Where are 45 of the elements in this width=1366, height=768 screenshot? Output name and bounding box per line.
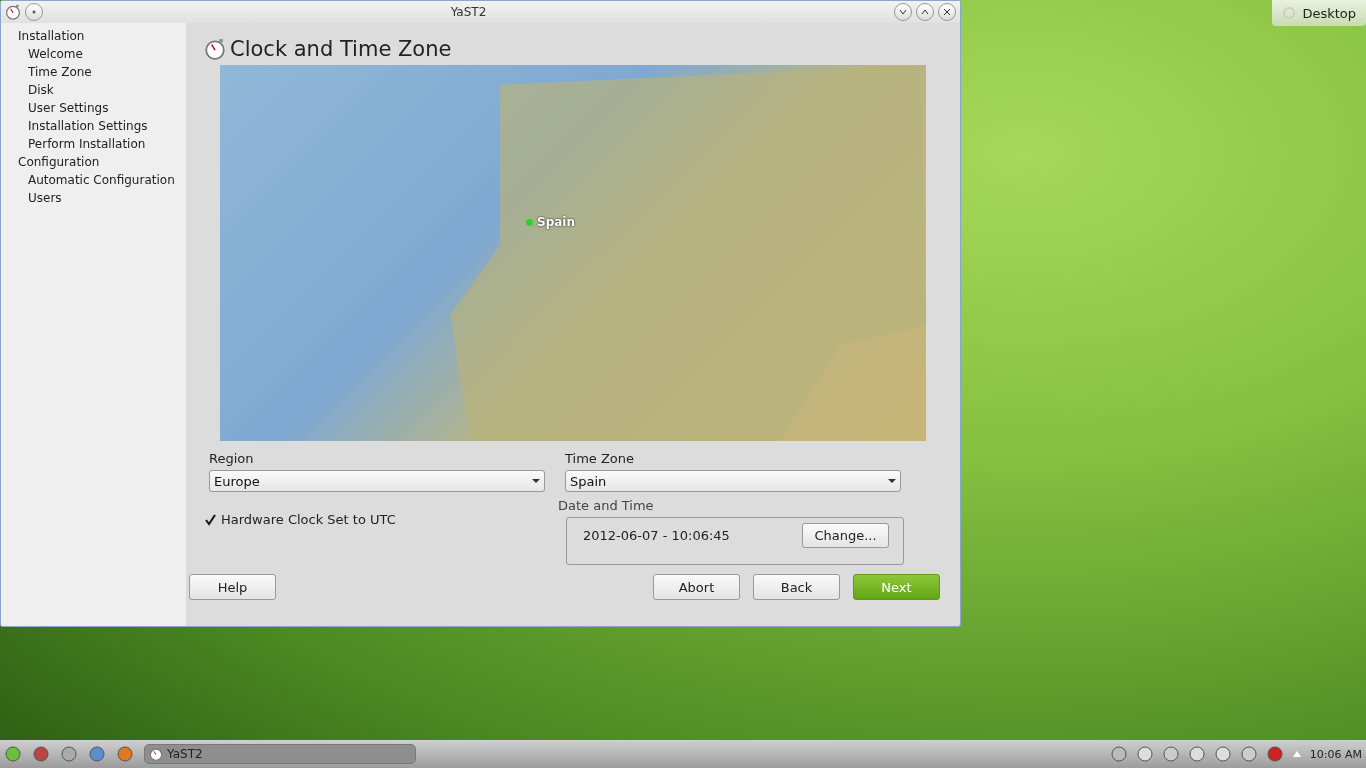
chevron-down-icon [899,8,907,16]
dialog-button[interactable]: Abort [653,574,740,600]
region-dropdown[interactable]: Europe [209,470,545,492]
sidebar-item: Disk [27,82,55,99]
spinner-icon [1282,6,1297,20]
dialog-button[interactable]: Back [753,574,840,600]
location-dot [526,218,533,226]
sidebar-group: Configuration [1,153,186,171]
dot-icon [32,10,36,14]
clock[interactable]: 10:06 AM [1309,747,1362,761]
maximize-button[interactable] [916,3,934,21]
dialog-button[interactable]: Help [189,574,276,600]
checkbox[interactable] [204,513,217,526]
sidebar-item: Time Zone [27,64,93,81]
change-button[interactable]: Change... [802,522,889,548]
chevron-up-icon [921,8,929,16]
caret-icon [532,479,540,483]
sidebar-item: Installation Settings [27,118,149,135]
sidebar-group: Installation [1,27,186,45]
field-label: Region [209,451,255,466]
minimize-button[interactable] [894,3,912,21]
sidebar-item: Perform Installation [27,136,147,153]
task-label: YaST2 [167,747,203,761]
time-zone-dropdown[interactable]: Spain [565,470,901,492]
taskbar-task[interactable]: YaST2 [144,744,416,764]
menu-dot-icon[interactable] [25,3,43,21]
stopwatch-icon [204,38,226,60]
date-time-value: 2012-06-07 - 10:06:45 [583,527,730,543]
stopwatch-icon [149,747,163,761]
stopwatch-icon [5,4,21,20]
page-heading: Clock and Time Zone [230,37,452,61]
checkbox-label: Hardware Clock Set to UTC [221,512,396,527]
caret-icon[interactable] [1291,750,1302,758]
window-title: YaST2 [449,5,488,19]
close-icon [943,8,951,16]
sidebar-item: Welcome [27,46,84,63]
desktop-button[interactable]: Desktop [1272,0,1366,26]
sidebar-item: Users [27,190,63,207]
group-title: Date and Time [558,498,655,513]
close-button[interactable] [938,3,956,21]
caret-icon [888,479,896,483]
sidebar-item: User Settings [27,100,110,117]
map-location-label: Spain [537,215,575,229]
sidebar-item: Automatic Configuration [27,172,176,189]
field-label: Time Zone [565,451,636,466]
